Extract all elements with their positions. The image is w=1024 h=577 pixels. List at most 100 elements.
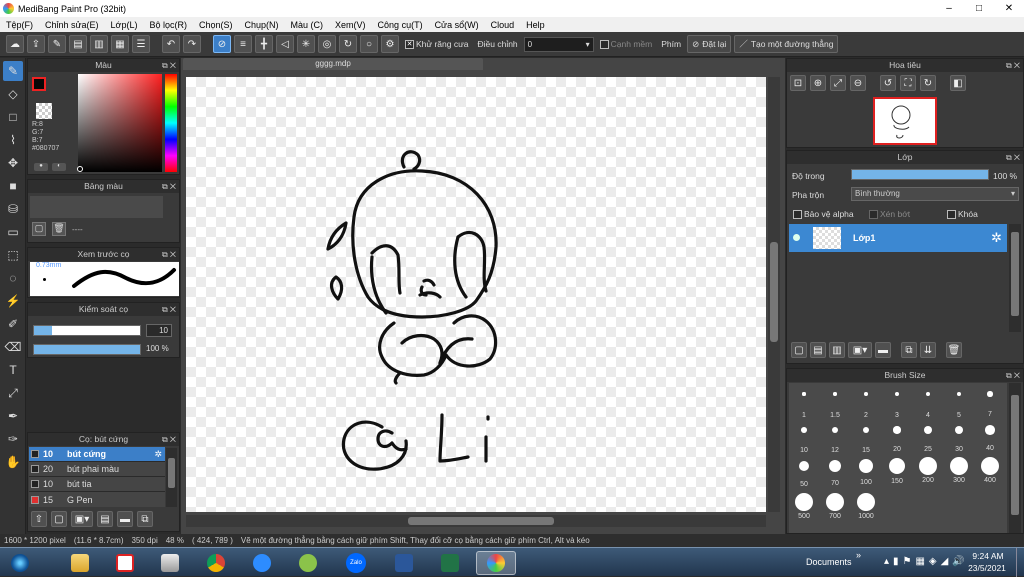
- brush-folder-icon[interactable]: ▬: [117, 511, 133, 527]
- brush-size-option[interactable]: 1.5: [820, 385, 850, 419]
- menu-edit[interactable]: Chỉnh sửa(E): [39, 20, 105, 30]
- delete-palette-icon[interactable]: 🗑: [52, 222, 66, 236]
- document-icon[interactable]: ▥: [90, 35, 108, 53]
- scroll-thumb[interactable]: [408, 517, 554, 525]
- brush-size-option[interactable]: 4: [913, 385, 943, 419]
- brush-size-option[interactable]: 40: [975, 421, 1005, 453]
- protect-alpha-checkbox[interactable]: Bảo vệ alpha: [793, 209, 854, 220]
- move-tool-icon[interactable]: ✥: [3, 153, 23, 173]
- hand-tool-icon[interactable]: ✋: [3, 452, 23, 472]
- taskbar-chrome[interactable]: [196, 551, 236, 575]
- duplicate-layer-icon[interactable]: ⧉: [901, 342, 917, 358]
- eye-icon[interactable]: [793, 234, 800, 241]
- select-eraser-tool-icon[interactable]: ⌫: [3, 337, 23, 357]
- rotate-right-icon[interactable]: ↻: [920, 75, 936, 91]
- select-tool-icon[interactable]: ⬚: [3, 245, 23, 265]
- scroll-thumb[interactable]: [1011, 232, 1019, 316]
- canvas-horizontal-scrollbar[interactable]: [186, 515, 766, 527]
- menu-cloud[interactable]: Cloud: [485, 20, 521, 30]
- antialias-checkbox[interactable]: ✕ Khử răng cưa: [402, 39, 472, 50]
- menu-window[interactable]: Cửa sổ(W): [429, 20, 485, 30]
- text-tool-icon[interactable]: T: [3, 360, 23, 380]
- scroll-thumb[interactable]: [168, 458, 175, 488]
- rect-fill-tool-icon[interactable]: ■: [3, 176, 23, 196]
- undo-icon[interactable]: ↶: [162, 35, 180, 53]
- gear-icon[interactable]: ✲: [154, 449, 165, 460]
- dot-tool-icon[interactable]: □: [3, 107, 23, 127]
- brush-size-option[interactable]: 25: [913, 421, 943, 453]
- scroll-thumb[interactable]: [770, 242, 778, 342]
- brush-size-option[interactable]: 15: [851, 421, 881, 454]
- tray-icons[interactable]: ▴▮⚑▦◈◢🔊: [884, 556, 969, 567]
- lock-checkbox[interactable]: Khóa: [947, 209, 978, 220]
- minimize-button[interactable]: –: [934, 0, 964, 17]
- flip-horizontal-icon[interactable]: ◧: [950, 75, 966, 91]
- layer-row[interactable]: Lớp1 ✲: [789, 224, 1007, 252]
- transparent-color-swatch[interactable]: [36, 103, 52, 119]
- rotate-left-icon[interactable]: ↺: [880, 75, 896, 91]
- redo-icon[interactable]: ↷: [183, 35, 201, 53]
- taskbar-explorer[interactable]: [60, 551, 100, 575]
- clock-time[interactable]: 9:24 AM: [968, 551, 1008, 561]
- start-button[interactable]: [2, 551, 38, 575]
- new-brush-icon[interactable]: ▢: [51, 511, 67, 527]
- brush-size-option[interactable]: 50: [789, 457, 819, 489]
- menu-filter[interactable]: Bộ lọc(R): [143, 20, 193, 30]
- color-swap-button[interactable]: ◐: [52, 163, 66, 171]
- scroll-thumb[interactable]: [1011, 395, 1019, 515]
- snap-off-icon[interactable]: ⊘: [213, 35, 231, 53]
- panel-close-icon[interactable]: ⧉ ✕: [1006, 151, 1020, 164]
- select-pen-tool-icon[interactable]: ✐: [3, 314, 23, 334]
- grid-settings-icon[interactable]: ▦: [111, 35, 129, 53]
- maximize-button[interactable]: □: [964, 0, 994, 17]
- curve-snap-icon[interactable]: ↻: [339, 35, 357, 53]
- color-mode-button[interactable]: ●: [34, 163, 48, 171]
- brush-size-option[interactable]: 300: [944, 457, 974, 489]
- brush-size-option[interactable]: 30: [944, 421, 974, 453]
- brush-size-value[interactable]: 10: [146, 324, 172, 337]
- taskbar-zalo[interactable]: Zalo: [336, 551, 376, 575]
- adjust-select[interactable]: 0 ▾: [523, 36, 594, 52]
- menu-tools[interactable]: Công cụ(T): [372, 20, 429, 30]
- magic-wand-tool-icon[interactable]: ⚡: [3, 291, 23, 311]
- taskbar-app3[interactable]: [150, 551, 190, 575]
- menu-file[interactable]: Tệp(F): [0, 20, 39, 30]
- reset-button[interactable]: ⊘ Đặt lại: [687, 35, 732, 53]
- export-icon[interactable]: ⇪: [27, 35, 45, 53]
- parallel-snap-icon[interactable]: ≡: [234, 35, 252, 53]
- navigator-thumbnail[interactable]: [873, 97, 937, 145]
- brush-size-option[interactable]: 10: [789, 421, 819, 454]
- toolbar-chevron[interactable]: »: [856, 550, 861, 560]
- new-halftone-layer-icon[interactable]: ▤: [810, 342, 826, 358]
- fit-window-icon[interactable]: ⛶: [900, 75, 916, 91]
- vanishing-snap-icon[interactable]: ◁: [276, 35, 294, 53]
- divide-tool-icon[interactable]: ⤢: [3, 383, 23, 403]
- snap-settings-icon[interactable]: ⚙: [381, 35, 399, 53]
- brush-size-option[interactable]: 150: [882, 457, 912, 489]
- taskbar-medibang[interactable]: [476, 551, 516, 575]
- brush-size-option[interactable]: 7: [975, 385, 1005, 418]
- canvas-vertical-scrollbar[interactable]: [768, 77, 780, 512]
- menu-layer[interactable]: Lớp(L): [105, 20, 144, 30]
- cloud-icon[interactable]: ☁: [6, 35, 24, 53]
- layer-scrollbar[interactable]: [1009, 224, 1021, 332]
- panel-close-icon[interactable]: ⧉ ✕: [162, 180, 176, 193]
- hue-slider[interactable]: [165, 74, 177, 172]
- document-tab[interactable]: gggg.mdp: [183, 58, 483, 70]
- eraser-tool-icon[interactable]: ◇: [3, 84, 23, 104]
- brush-size-option[interactable]: 400: [975, 457, 1005, 489]
- primary-color-swatch[interactable]: [32, 77, 46, 91]
- brush-list-item[interactable]: 10 bút cứng ✲: [29, 447, 165, 462]
- bucket-tool-icon[interactable]: ⛁: [3, 199, 23, 219]
- panel-close-icon[interactable]: ⧉ ✕: [1006, 59, 1020, 72]
- brush-tool-icon[interactable]: ✎: [3, 61, 23, 81]
- list-icon[interactable]: ☰: [132, 35, 150, 53]
- soft-edge-checkbox[interactable]: Cạnh mềm: [597, 39, 656, 50]
- zoom-fit-icon[interactable]: ⊡: [790, 75, 806, 91]
- page-icon[interactable]: ▤: [69, 35, 87, 53]
- taskbar-word[interactable]: [384, 551, 424, 575]
- clip-checkbox[interactable]: Xén bớt: [869, 209, 910, 220]
- new-8bit-layer-icon[interactable]: ▥: [829, 342, 845, 358]
- drawing-canvas[interactable]: [186, 77, 766, 512]
- panel-close-icon[interactable]: ⧉ ✕: [1006, 369, 1020, 382]
